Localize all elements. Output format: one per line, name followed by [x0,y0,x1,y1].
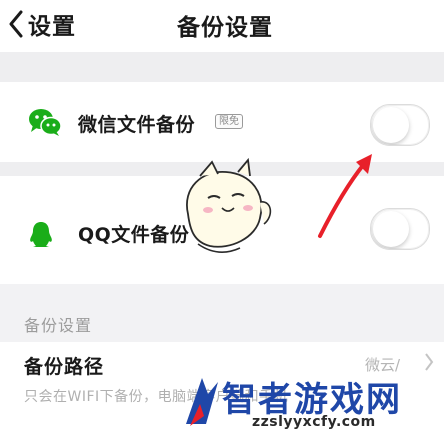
section-gap [0,52,444,82]
free-badge: 限免 [215,114,243,129]
chevron-left-icon [9,10,23,38]
wechat-backup-toggle[interactable] [370,104,430,146]
watermark-logo-icon [186,378,218,426]
chevron-right-icon [425,353,434,371]
annotation-arrow-icon [318,154,372,238]
wechat-backup-label: 微信文件备份 [78,114,196,136]
backup-path-label: 备份路径 [24,356,105,378]
navigation-bar: 设置 备份设置 [0,0,444,52]
page-title: 备份设置 [177,15,273,41]
watermark-url: zzslyyxcfy.com [252,414,376,430]
mascot-sticker-icon [186,157,272,253]
back-button-label: 设置 [28,14,76,40]
site-watermark: 智者游戏网 zzslyyxcfy.com [182,372,444,437]
back-button[interactable]: 设置 [8,6,76,42]
wechat-icon [29,109,62,136]
section-header: 备份设置 [24,316,93,335]
toggle-knob [373,107,409,143]
qq-penguin-icon [30,222,52,247]
